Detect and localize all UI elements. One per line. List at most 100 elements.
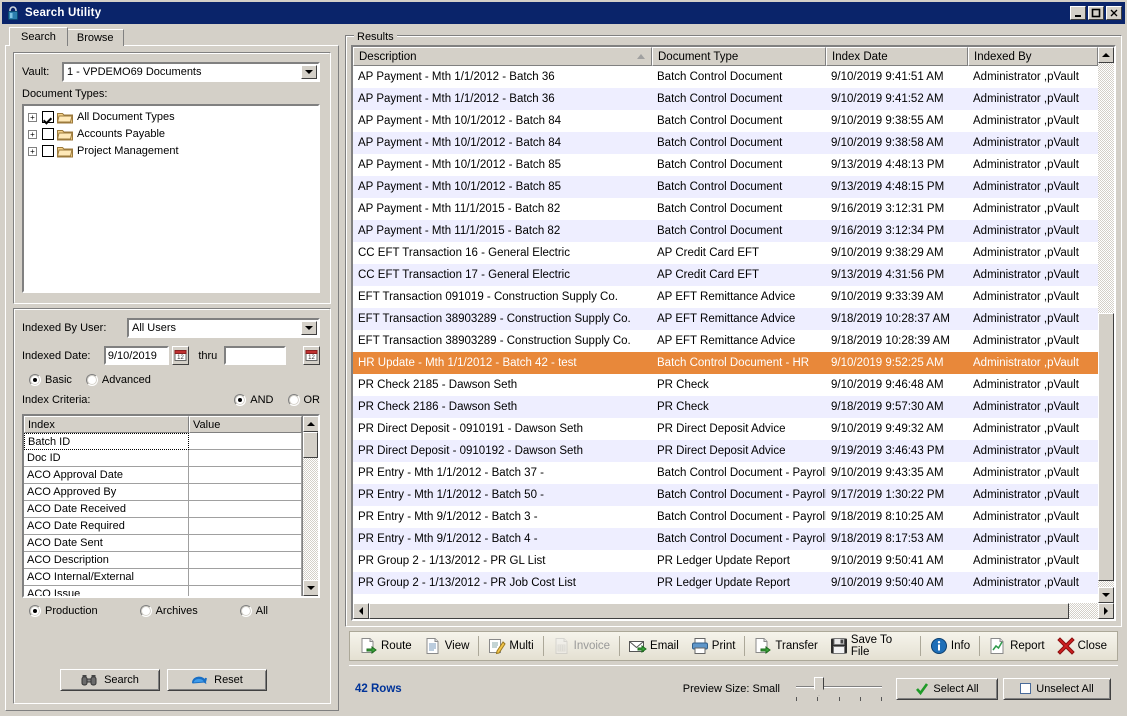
criteria-value-cell[interactable]: [189, 450, 302, 467]
table-row[interactable]: HR Update - Mth 1/1/2012 - Batch 42 - te…: [353, 352, 1098, 374]
toolbar-button-close[interactable]: Close: [1051, 633, 1113, 659]
criteria-value-cell[interactable]: [189, 535, 302, 552]
toolbar-button-report[interactable]: Report: [983, 633, 1051, 659]
calendar-icon-from[interactable]: 12: [172, 346, 190, 365]
criteria-index-cell[interactable]: Doc ID: [24, 450, 189, 467]
table-row[interactable]: PR Entry - Mth 1/1/2012 - Batch 50 - Batc…: [353, 484, 1098, 506]
expand-icon[interactable]: +: [28, 129, 37, 139]
toolbar-button-info[interactable]: Info: [924, 633, 976, 659]
column-header-index-date[interactable]: Index Date: [826, 47, 968, 66]
table-row[interactable]: AP Payment - Mth 10/1/2012 - Batch 84 Bat…: [353, 132, 1098, 154]
criteria-scrollbar[interactable]: [302, 416, 318, 596]
criteria-index-cell[interactable]: ACO Description: [24, 552, 189, 569]
table-row[interactable]: AP Payment - Mth 11/1/2015 - Batch 82 Bat…: [353, 198, 1098, 220]
scroll-up-button[interactable]: [303, 416, 318, 432]
indexed-date-from-input[interactable]: 9/10/2019: [103, 346, 170, 365]
radio-and[interactable]: AND: [234, 394, 274, 406]
table-row[interactable]: EFT Transaction 38903289 - Construction …: [353, 308, 1098, 330]
expand-icon[interactable]: +: [28, 112, 37, 122]
scroll-track[interactable]: [303, 432, 318, 580]
toolbar-button-route[interactable]: Route: [354, 633, 418, 659]
table-row[interactable]: PR Group 2 - 1/13/2012 - PR GL List PR Le…: [353, 550, 1098, 572]
criteria-header-index[interactable]: Index: [24, 416, 189, 433]
criteria-row[interactable]: ACO Approval Date: [24, 467, 302, 484]
criteria-value-cell[interactable]: [189, 569, 302, 586]
table-row[interactable]: AP Payment - Mth 1/1/2012 - Batch 36 Batc…: [353, 66, 1098, 88]
criteria-index-cell[interactable]: ACO Date Received: [24, 501, 189, 518]
scroll-up-button[interactable]: [1098, 47, 1114, 63]
expand-icon[interactable]: +: [28, 146, 37, 156]
scroll-thumb[interactable]: [303, 432, 318, 458]
chevron-down-icon[interactable]: [301, 321, 317, 335]
column-header-document-type[interactable]: Document Type: [652, 47, 826, 66]
table-row[interactable]: AP Payment - Mth 1/1/2012 - Batch 36 Batc…: [353, 88, 1098, 110]
document-types-tree[interactable]: + All Document Types + Accounts Payable …: [22, 104, 320, 293]
criteria-row[interactable]: ACO Description: [24, 552, 302, 569]
select-all-button[interactable]: Select All: [896, 677, 998, 700]
search-button[interactable]: Search: [60, 669, 160, 691]
table-row[interactable]: AP Payment - Mth 11/1/2015 - Batch 82 Bat…: [353, 220, 1098, 242]
table-row[interactable]: PR Check 2186 - Dawson Seth PR Check 9/18/…: [353, 396, 1098, 418]
criteria-index-cell[interactable]: ACO Internal/External: [24, 569, 189, 586]
unselect-all-button[interactable]: Unselect All: [1003, 677, 1111, 700]
checkbox[interactable]: [42, 128, 54, 140]
criteria-header-value[interactable]: Value: [189, 416, 302, 433]
criteria-index-cell[interactable]: ACO Approval Date: [24, 467, 189, 484]
criteria-row[interactable]: Doc ID: [24, 450, 302, 467]
hscroll-thumb[interactable]: [369, 603, 1069, 619]
table-row[interactable]: PR Check 2185 - Dawson Seth PR Check 9/10/…: [353, 374, 1098, 396]
tree-node-accounts-payable[interactable]: + Accounts Payable: [28, 127, 314, 141]
criteria-index-cell[interactable]: ACO Approved By: [24, 484, 189, 501]
table-row[interactable]: PR Direct Deposit - 0910191 - Dawson Set…: [353, 418, 1098, 440]
criteria-index-cell[interactable]: ACO Date Required: [24, 518, 189, 535]
chevron-down-icon[interactable]: [301, 65, 317, 79]
criteria-row[interactable]: ACO Approved By: [24, 484, 302, 501]
criteria-row[interactable]: ACO Date Required: [24, 518, 302, 535]
tree-node-project-management[interactable]: + Project Management: [28, 144, 314, 158]
toolbar-button-view[interactable]: View: [418, 633, 476, 659]
scroll-track[interactable]: [1098, 63, 1114, 587]
table-row[interactable]: PR Group 2 - 1/13/2012 - PR Job Cost Lis…: [353, 572, 1098, 594]
criteria-row[interactable]: ACO Date Received: [24, 501, 302, 518]
scroll-down-button[interactable]: [303, 580, 318, 596]
radio-advanced[interactable]: Advanced: [85, 374, 151, 386]
criteria-row[interactable]: ACO Issue: [24, 586, 302, 596]
criteria-index-cell[interactable]: Batch ID: [24, 433, 189, 450]
column-header-indexed-by[interactable]: Indexed By: [968, 47, 1098, 66]
slider-thumb[interactable]: [814, 676, 824, 696]
tree-node-all-document-types[interactable]: + All Document Types: [28, 110, 314, 124]
table-row[interactable]: AP Payment - Mth 10/1/2012 - Batch 85 Bat…: [353, 154, 1098, 176]
maximize-button[interactable]: [1088, 6, 1104, 20]
minimize-button[interactable]: [1070, 6, 1086, 20]
preview-size-slider[interactable]: [796, 676, 882, 702]
results-vertical-scrollbar[interactable]: [1098, 47, 1114, 603]
criteria-value-cell[interactable]: [189, 552, 302, 569]
calendar-icon-to[interactable]: 12: [303, 346, 320, 365]
toolbar-button-multi[interactable]: Multi: [482, 633, 539, 659]
toolbar-button-transfer[interactable]: Transfer: [748, 633, 823, 659]
toolbar-button-email[interactable]: Email: [623, 633, 685, 659]
table-row[interactable]: PR Entry - Mth 1/1/2012 - Batch 37 - Batc…: [353, 462, 1098, 484]
checkbox[interactable]: [42, 111, 54, 123]
table-row[interactable]: PR Entry - Mth 9/1/2012 - Batch 3 - Batch…: [353, 506, 1098, 528]
criteria-row[interactable]: ACO Date Sent: [24, 535, 302, 552]
tab-browse[interactable]: Browse: [66, 29, 124, 46]
radio-archives[interactable]: Archives: [139, 605, 198, 617]
criteria-value-cell[interactable]: [189, 518, 302, 535]
radio-or[interactable]: OR: [287, 394, 320, 406]
criteria-value-cell[interactable]: [189, 484, 302, 501]
table-row[interactable]: CC EFT Transaction 17 - General Electric…: [353, 264, 1098, 286]
close-button[interactable]: [1106, 6, 1122, 20]
criteria-value-cell[interactable]: [189, 467, 302, 484]
radio-production[interactable]: Production: [29, 605, 98, 617]
table-row[interactable]: EFT Transaction 091019 - Construction Su…: [353, 286, 1098, 308]
criteria-row[interactable]: Batch ID: [24, 433, 302, 450]
criteria-value-cell[interactable]: [189, 501, 302, 518]
hscroll-track[interactable]: [369, 603, 1098, 619]
toolbar-button-save-to-file[interactable]: Save To File: [824, 633, 917, 659]
results-list[interactable]: Description Document Type Index Date Ind…: [351, 45, 1116, 621]
criteria-index-cell[interactable]: ACO Date Sent: [24, 535, 189, 552]
table-row[interactable]: PR Direct Deposit - 0910192 - Dawson Set…: [353, 440, 1098, 462]
radio-basic[interactable]: Basic: [29, 374, 72, 386]
table-row[interactable]: PR Entry - Mth 9/1/2012 - Batch 4 - Batch…: [353, 528, 1098, 550]
